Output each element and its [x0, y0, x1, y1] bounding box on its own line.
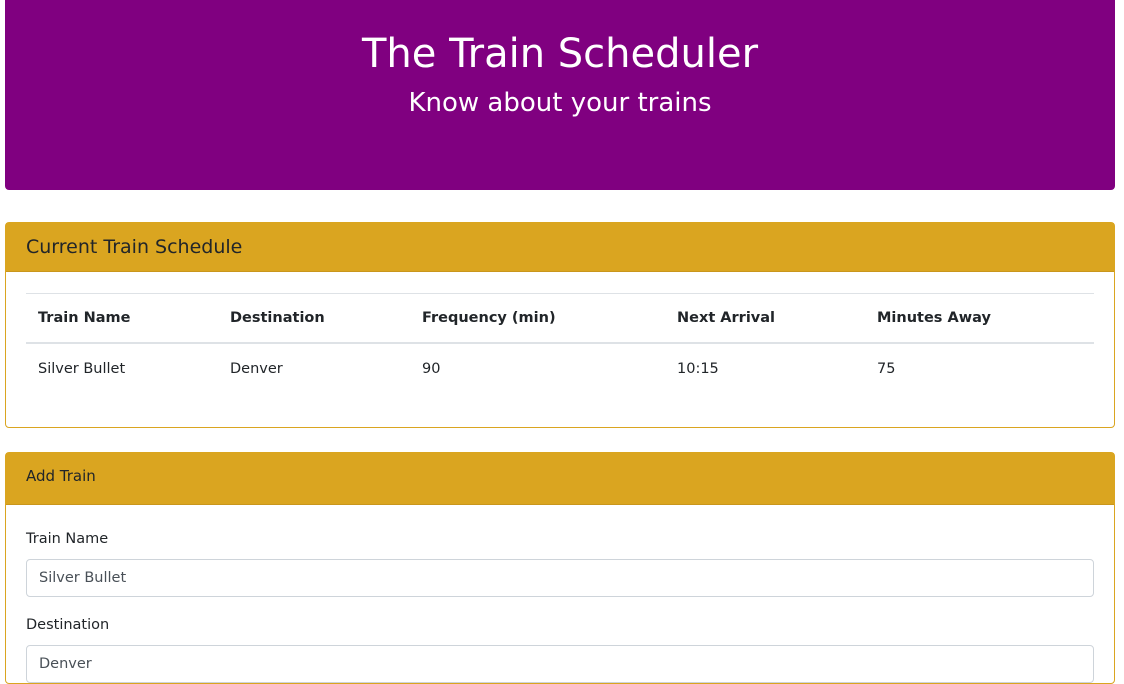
column-header-frequency: Frequency (min): [422, 310, 556, 326]
column-header-next-arrival: Next Arrival: [677, 310, 776, 326]
destination-form-group: Destination: [26, 613, 1094, 683]
destination-label: Destination: [26, 617, 110, 633]
column-header-train-name: Train Name: [38, 310, 131, 326]
schedule-card-title: Current Train Schedule: [6, 223, 1114, 272]
cell-minutes-away: 75: [877, 361, 896, 377]
column-header-minutes-away: Minutes Away: [877, 310, 991, 326]
cell-train-name: Silver Bullet: [38, 361, 126, 377]
cell-frequency: 90: [422, 361, 441, 377]
column-header-destination: Destination: [230, 310, 325, 326]
schedule-table: Train Name Destination Frequency (min) N…: [26, 293, 1094, 394]
add-train-card-title: Add Train: [6, 453, 1114, 505]
cell-next-arrival: 10:15: [677, 361, 719, 377]
cell-destination: Denver: [230, 361, 283, 377]
train-name-input[interactable]: [26, 559, 1094, 597]
page-title: The Train Scheduler: [361, 31, 759, 77]
header-banner: The Train Scheduler Know about your trai…: [5, 0, 1115, 190]
destination-input[interactable]: [26, 645, 1094, 683]
add-train-card: Add Train Train Name Destination: [5, 452, 1115, 684]
table-row: Silver Bullet Denver 90 10:15 75: [26, 343, 1094, 394]
train-name-form-group: Train Name: [26, 527, 1094, 597]
train-name-label: Train Name: [26, 531, 109, 547]
table-header-row: Train Name Destination Frequency (min) N…: [26, 293, 1094, 343]
schedule-card: Current Train Schedule Train Name Destin…: [5, 222, 1115, 428]
page-subtitle: Know about your trains: [408, 88, 712, 118]
